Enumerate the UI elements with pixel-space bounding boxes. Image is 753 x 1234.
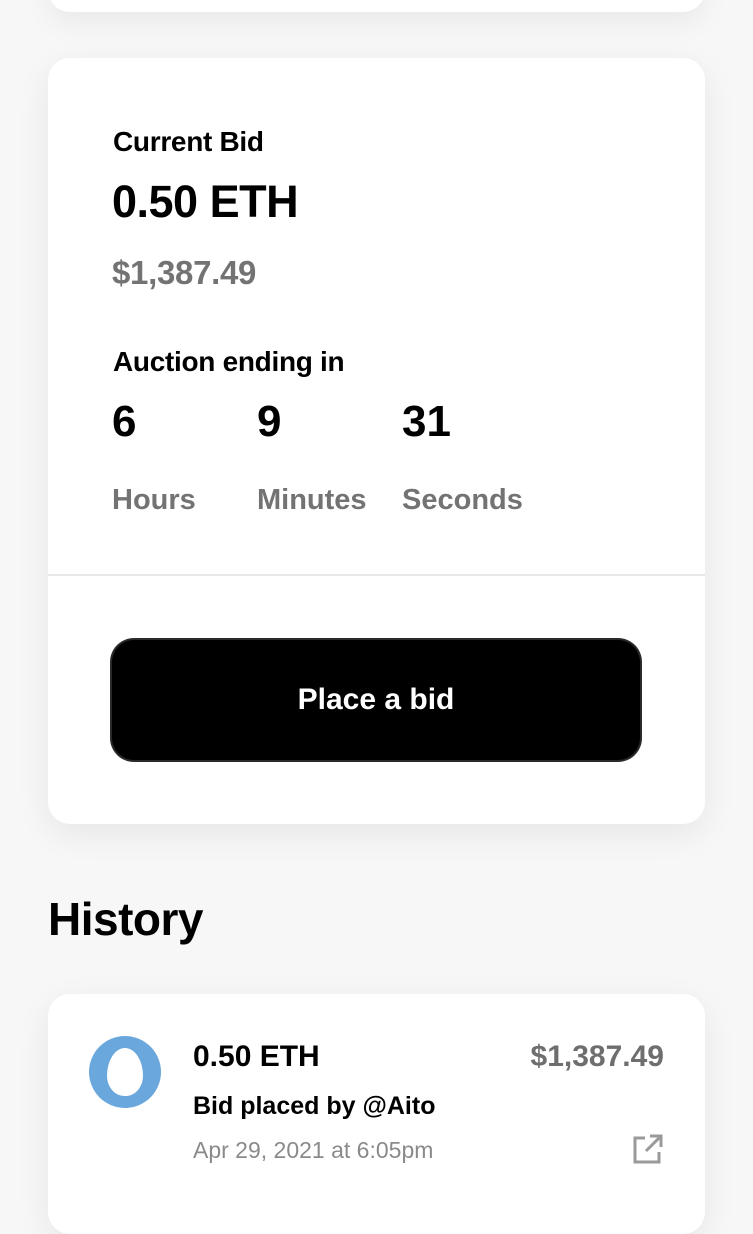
- card-divider: [48, 574, 705, 576]
- countdown-seconds-value: 31: [402, 397, 451, 446]
- history-placed-by: Bid placed by @Aito: [193, 1092, 435, 1121]
- history-date: Apr 29, 2021 at 6:05pm: [193, 1137, 434, 1163]
- countdown-hours-unit: Hours: [112, 484, 196, 516]
- auction-card: Current Bid 0.50 ETH $1,387.49 Auction e…: [48, 58, 705, 824]
- countdown-minutes-value: 9: [257, 397, 282, 446]
- countdown-minutes: 9 Minutes: [257, 398, 367, 517]
- countdown-hours-value: 6: [112, 397, 137, 446]
- current-bid-label: Current Bid: [113, 126, 264, 157]
- auction-ending-label: Auction ending in: [113, 346, 345, 377]
- avatar[interactable]: [89, 1036, 161, 1108]
- current-bid-usd: $1,387.49: [112, 254, 257, 291]
- countdown-minutes-unit: Minutes: [257, 484, 367, 516]
- countdown-seconds-unit: Seconds: [402, 484, 523, 516]
- current-bid-eth: 0.50 ETH: [112, 176, 299, 227]
- placed-by-prefix: Bid placed by: [193, 1092, 356, 1120]
- egg-avatar-icon: [107, 1048, 143, 1096]
- bidder-user-link[interactable]: @Aito: [363, 1092, 436, 1120]
- history-amount-eth: 0.50 ETH: [193, 1040, 320, 1073]
- history-item: 0.50 ETH $1,387.49 Bid placed by @Aito A…: [48, 994, 705, 1234]
- external-link-icon[interactable]: [631, 1132, 665, 1166]
- history-amount-usd: $1,387.49: [530, 1040, 664, 1073]
- countdown-seconds: 31 Seconds: [402, 398, 523, 517]
- previous-card-edge: [48, 0, 705, 12]
- countdown-hours: 6 Hours: [112, 398, 196, 517]
- history-title: History: [48, 893, 203, 945]
- place-bid-button[interactable]: Place a bid: [112, 640, 640, 760]
